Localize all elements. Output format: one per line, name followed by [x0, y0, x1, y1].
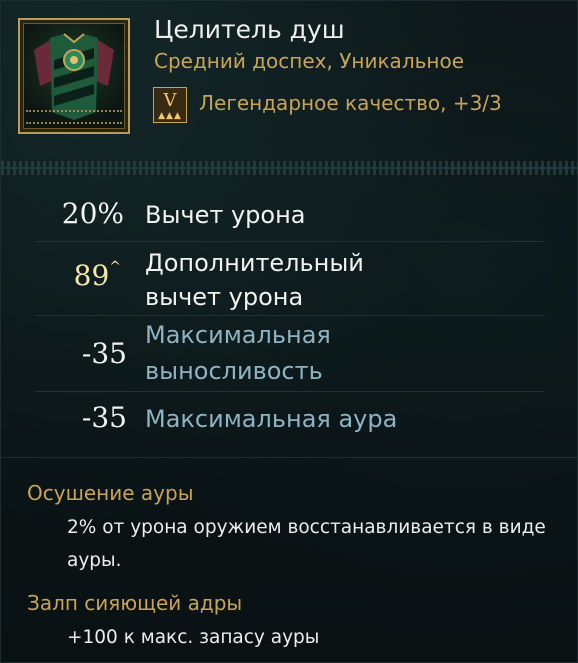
- quality-pips: ▲▲▲: [158, 111, 182, 121]
- stat-label-line1: Дополнительный: [145, 249, 364, 277]
- quality-text: Легендарное качество, +3/3: [199, 91, 502, 115]
- item-tooltip: Целитель душ Средний доспех, Уникальное …: [0, 0, 578, 663]
- effects-divider: [1, 457, 578, 458]
- item-type: Средний доспех, Уникальное: [154, 49, 464, 73]
- effect-title: Осушение ауры: [27, 481, 194, 505]
- row-divider: [35, 391, 545, 392]
- stat-label-line2: выносливость: [145, 357, 323, 385]
- effect-title: Залп сияющей адры: [27, 591, 243, 615]
- effect-description: +100 к макс. запасу ауры: [67, 627, 320, 648]
- stat-value: 20%: [61, 197, 124, 230]
- row-divider: [35, 315, 545, 316]
- stat-value: -35: [81, 337, 127, 370]
- stat-label: Вычет урона: [145, 201, 306, 229]
- header-divider-line: [1, 167, 578, 169]
- stat-label: Максимальная аура: [145, 405, 398, 433]
- stat-value: 89^: [74, 259, 121, 292]
- caret-up-icon: ^: [109, 259, 121, 275]
- stat-label-line2: вычет урона: [145, 283, 304, 311]
- item-name: Целитель душ: [154, 15, 345, 44]
- row-divider: [35, 241, 545, 242]
- chest-armor-icon[interactable]: [18, 18, 130, 134]
- quality-badge-text: V: [163, 90, 177, 111]
- stat-value-text: 89: [73, 259, 110, 292]
- stat-label-line1: Максимальная: [145, 321, 331, 349]
- effect-description: 2% от урона оружием восстанавливается в …: [67, 517, 546, 571]
- legendary-badge-icon: V ▲▲▲: [153, 87, 187, 123]
- frame-ornament: [26, 110, 122, 124]
- tooltip-header: Целитель душ Средний доспех, Уникальное …: [1, 1, 578, 159]
- stat-value: -35: [81, 401, 127, 434]
